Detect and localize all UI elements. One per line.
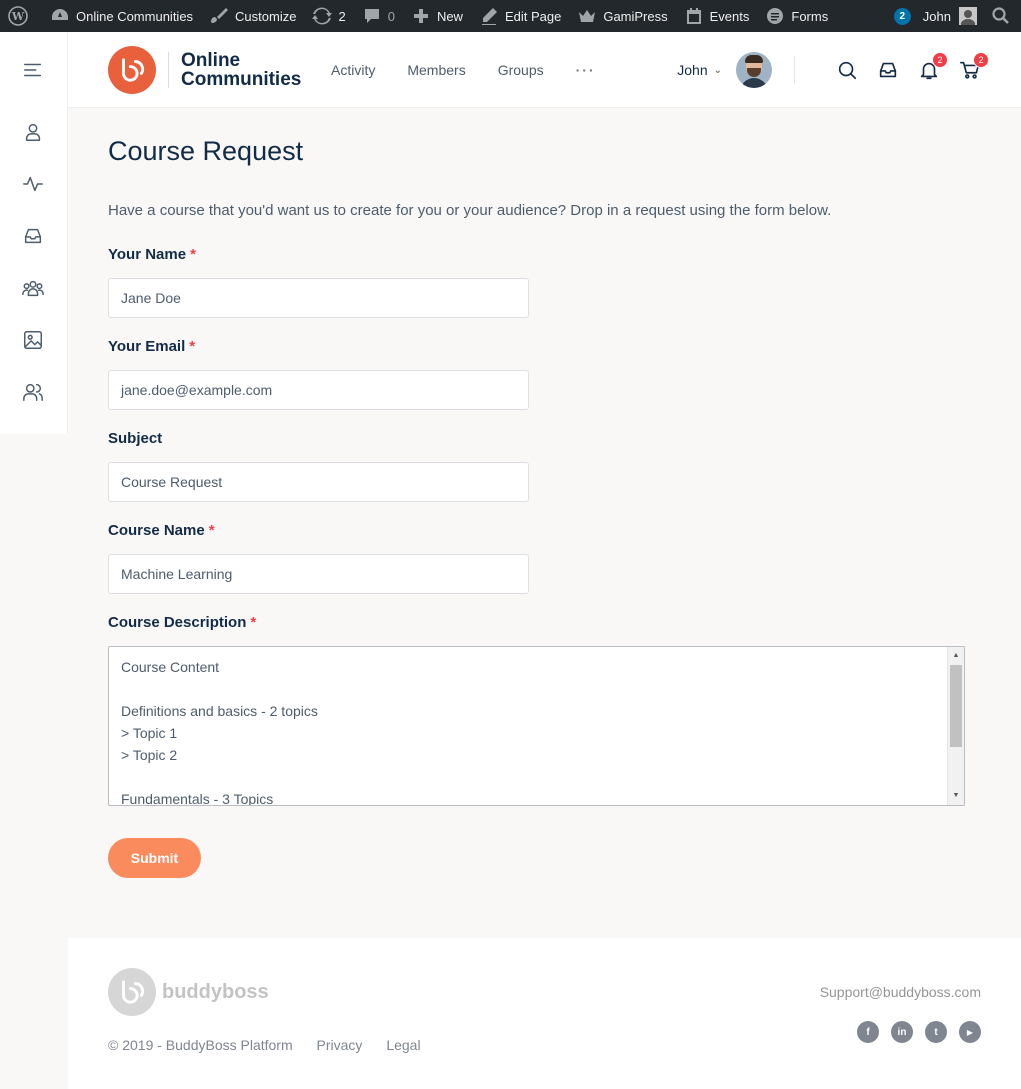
name-label: Your Name *: [108, 246, 196, 263]
nav-members[interactable]: Members: [407, 62, 465, 78]
linkedin-icon[interactable]: in: [891, 1021, 913, 1043]
messages-icon[interactable]: [22, 225, 46, 249]
forms-icon: [767, 8, 784, 24]
legal-link[interactable]: Legal: [386, 1037, 420, 1053]
chevron-down-icon[interactable]: ⌄: [714, 65, 722, 76]
activity-icon[interactable]: [22, 173, 46, 197]
nav-more-button[interactable]: ···: [576, 62, 596, 78]
admin-user-name[interactable]: John: [923, 9, 951, 24]
scroll-up-icon[interactable]: ▲: [948, 649, 964, 663]
notification-count-badge[interactable]: 2: [893, 7, 911, 25]
textarea-scrollbar[interactable]: ▲ ▼: [947, 647, 964, 805]
buddyboss-logo-icon: [108, 968, 156, 1016]
twitter-icon[interactable]: t: [925, 1021, 947, 1043]
scroll-thumb[interactable]: [950, 665, 962, 747]
dashboard-icon: [52, 9, 68, 20]
comments-link[interactable]: 0: [354, 0, 403, 32]
events-link[interactable]: Events: [676, 0, 758, 32]
menu-toggle-icon[interactable]: [22, 59, 46, 83]
subject-input[interactable]: Course Request: [108, 462, 529, 502]
cart-badge: 2: [973, 52, 989, 68]
site-header: Online Communities Activity Members Grou…: [68, 32, 1021, 108]
nav-groups[interactable]: Groups: [498, 62, 544, 78]
user-avatar[interactable]: [736, 52, 772, 88]
new-label: New: [436, 8, 463, 24]
required-mark: *: [250, 614, 257, 631]
updates-icon: [312, 7, 333, 25]
forms-label: Forms: [791, 8, 829, 24]
logo-mark-icon: [108, 46, 156, 94]
brush-icon: [211, 8, 229, 23]
course-description-text: Course Content Definitions and basics - …: [121, 659, 318, 806]
svg-text:W: W: [11, 10, 25, 23]
subject-label: Subject: [108, 430, 163, 447]
admin-avatar[interactable]: [959, 7, 977, 25]
footer-copyright-row: © 2019 - BuddyBoss Platform Privacy Lega…: [108, 1037, 441, 1053]
email-label: Your Email *: [108, 338, 196, 355]
course-description-label: Course Description *: [108, 614, 257, 631]
groups-icon[interactable]: [22, 277, 46, 301]
pencil-icon: [481, 8, 497, 25]
wordpress-logo-icon[interactable]: W: [0, 0, 42, 32]
notifications-badge: 2: [932, 52, 948, 68]
submit-button[interactable]: Submit: [108, 838, 201, 878]
header-user-name[interactable]: John: [677, 62, 707, 78]
social-links: f in t ▶: [845, 1021, 981, 1043]
page-title: Course Request: [108, 136, 304, 166]
required-mark: *: [189, 338, 196, 355]
gamipress-label: GamiPress: [603, 8, 668, 24]
search-icon[interactable]: [836, 59, 858, 81]
members-icon[interactable]: [22, 381, 46, 405]
photos-icon[interactable]: [22, 329, 46, 353]
profile-icon[interactable]: [22, 121, 46, 145]
logo-text-line1: Online: [181, 50, 241, 71]
updates-link[interactable]: 2: [304, 0, 353, 32]
page-intro: Have a course that you'd want us to crea…: [108, 202, 832, 219]
name-input[interactable]: Jane Doe: [108, 278, 529, 318]
nav-activity[interactable]: Activity: [331, 62, 375, 78]
site-name-link[interactable]: Online Communities: [42, 0, 201, 32]
customize-label: Customize: [235, 8, 297, 24]
scroll-down-icon[interactable]: ▼: [948, 789, 964, 803]
admin-bar: W Online Communities Customize 2 0 New E…: [0, 0, 1021, 32]
required-mark: *: [208, 522, 215, 539]
site-name-label: Online Communities: [76, 8, 194, 24]
site-logo[interactable]: Online Communities: [108, 46, 301, 94]
events-label: Events: [709, 8, 750, 24]
inbox-icon[interactable]: [877, 59, 899, 81]
forms-link[interactable]: Forms: [757, 0, 836, 32]
course-name-label: Course Name *: [108, 522, 215, 539]
cart-icon[interactable]: 2: [959, 52, 989, 81]
edit-page-label: Edit Page: [504, 8, 562, 24]
admin-search-icon[interactable]: [977, 0, 1021, 32]
course-name-input[interactable]: Machine Learning: [108, 554, 529, 594]
comments-count: 0: [387, 8, 395, 24]
course-description-textarea[interactable]: Course Content Definitions and basics - …: [108, 646, 965, 806]
footer-logo[interactable]: buddyboss: [108, 968, 269, 1016]
main-nav: Activity Members Groups ···: [331, 32, 628, 108]
crown-icon: [579, 10, 596, 22]
support-email-link[interactable]: Support@buddyboss.com: [820, 984, 981, 1000]
privacy-link[interactable]: Privacy: [317, 1037, 363, 1053]
bell-icon[interactable]: 2: [918, 52, 948, 81]
comment-icon: [364, 9, 379, 23]
email-input[interactable]: jane.doe@example.com: [108, 370, 529, 410]
edit-page-link[interactable]: Edit Page: [471, 0, 569, 32]
youtube-icon[interactable]: ▶: [959, 1021, 981, 1043]
logo-text-line2: Communities: [181, 69, 302, 90]
plus-icon: [413, 9, 428, 23]
copyright-text: © 2019 - BuddyBoss Platform: [108, 1037, 293, 1053]
gamipress-link[interactable]: GamiPress: [569, 0, 675, 32]
calendar-icon: [686, 8, 701, 24]
customize-link[interactable]: Customize: [201, 0, 304, 32]
updates-count: 2: [338, 8, 346, 24]
footer-brand: buddyboss: [162, 980, 269, 1003]
site-footer: buddyboss © 2019 - BuddyBoss Platform Pr…: [68, 938, 1021, 1089]
facebook-icon[interactable]: f: [857, 1021, 879, 1043]
new-content-link[interactable]: New: [403, 0, 471, 32]
required-mark: *: [190, 246, 196, 263]
left-sidebar: [0, 32, 68, 434]
